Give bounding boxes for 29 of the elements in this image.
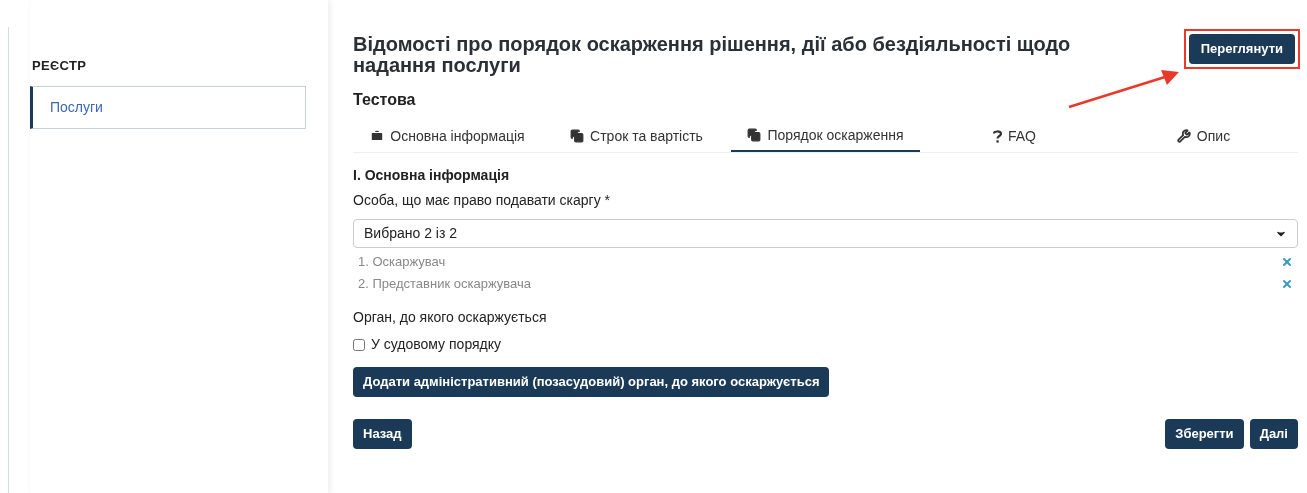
field-label: Особа, що має право подавати скаргу * (353, 191, 612, 210)
field-label: Орган, до якого оскаржується (353, 308, 548, 327)
service-name: Тестова (353, 90, 416, 110)
question-icon (993, 129, 1002, 143)
tab[interactable]: Порядок оскарження (731, 120, 920, 152)
selected-option: 2. Представник оскаржувача (358, 274, 531, 294)
page-title: Відомості про порядок оскарження рішення, дії або бездіяльності щодо надання послуги (353, 34, 1072, 76)
add-authority-button[interactable]: Додати адміністративний (позасудовий) орган, до якого оскаржується (353, 367, 830, 397)
checkbox[interactable] (353, 338, 365, 351)
tab[interactable]: Строк та вартість (542, 120, 731, 152)
remove-icon[interactable] (1281, 278, 1293, 290)
save-button[interactable]: Зберегти (1165, 419, 1244, 449)
back-button[interactable]: Назад (353, 419, 412, 449)
multi-select[interactable]: Вибрано 2 із 2 (353, 219, 1298, 248)
tab[interactable]: Опис (1109, 120, 1298, 152)
checkbox-label: У судовому порядку (371, 335, 502, 354)
tools-icon (1176, 129, 1191, 143)
sidebar-item[interactable]: Послуги (30, 85, 306, 129)
tab[interactable]: FAQ (920, 120, 1109, 152)
section-title: I. Основна інформація (353, 166, 511, 185)
copy-icon (747, 128, 762, 142)
briefcase-icon (370, 129, 385, 143)
sidebar-heading: РЕЄСТР (32, 57, 88, 75)
tab[interactable]: Основна інформація (353, 120, 542, 152)
copy-icon (570, 129, 585, 143)
remove-icon[interactable] (1281, 256, 1293, 268)
selected-option: 1. Оскаржувач (358, 252, 446, 272)
preview-button[interactable]: Переглянути (1188, 34, 1295, 64)
next-button[interactable]: Далі (1249, 419, 1298, 449)
